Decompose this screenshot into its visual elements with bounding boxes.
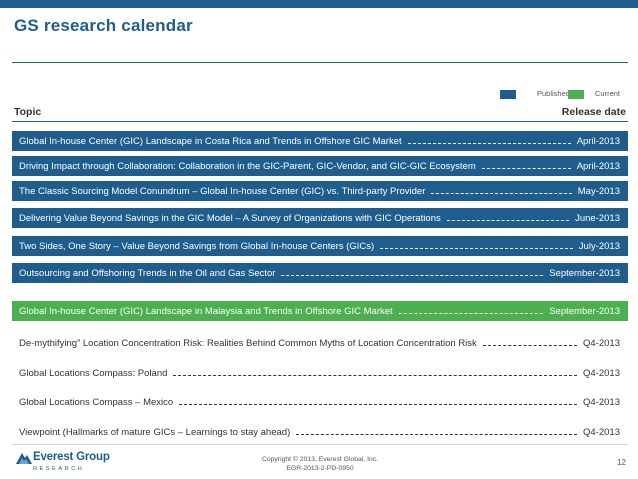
mountain-logo-icon [16,453,32,464]
legend-published-label: Published [537,89,570,98]
title-divider [12,62,628,63]
calendar-row: Global In-house Center (GIC) Landscape i… [12,131,628,151]
row-release-date: September-2013 [549,267,620,279]
calendar-row: Viewpoint (Hallmarks of mature GICs – Le… [12,422,628,442]
dashed-leader [179,403,578,405]
calendar-row: Global In-house Center (GIC) Landscape i… [12,301,628,321]
row-topic: De-mythifying” Location Concentration Ri… [19,337,477,349]
row-release-date: May-2013 [577,185,620,197]
row-topic: Global Locations Compass – Mexico [19,396,174,408]
calendar-row: The Classic Sourcing Model Conundrum – G… [12,181,628,201]
row-topic: The Classic Sourcing Model Conundrum – G… [19,185,426,197]
column-header-release-date: Release date [561,106,626,118]
dashed-leader [296,433,578,435]
legend: Published Current [500,88,628,100]
dashed-leader [431,192,572,194]
row-release-date: Q4-2013 [583,396,620,408]
everest-group-logo: Everest Group RESEARCH [16,447,116,477]
top-accent-bar [0,0,638,8]
calendar-row: Two Sides, One Story – Value Beyond Savi… [12,236,628,256]
legend-current-label: Current [595,89,621,98]
legend-published-swatch [500,90,516,99]
page-number: 12 [617,458,626,467]
dashed-leader [380,247,573,249]
row-topic: Two Sides, One Story – Value Beyond Savi… [19,240,375,252]
footer-divider [12,444,628,445]
row-release-date: Q4-2013 [583,367,620,379]
row-topic: Global Locations Compass: Poland [19,367,168,379]
dashed-leader [398,312,544,314]
dashed-leader [281,274,544,276]
calendar-row: Global Locations Compass: Poland Q4-2013 [12,363,628,383]
row-release-date: April-2013 [576,160,620,172]
document-code: EGR-2013-2-PD-0950 [286,465,354,472]
calendar-row: Driving Impact through Collaboration: Co… [12,156,628,176]
dashed-leader [482,344,578,346]
row-release-date: September-2013 [549,305,620,317]
row-topic: Global In-house Center (GIC) Landscape i… [19,305,393,317]
calendar-row: Outsourcing and Offshoring Trends in the… [12,263,628,283]
header-divider [12,121,628,122]
row-topic: Delivering Value Beyond Savings in the G… [19,212,441,224]
dashed-leader [173,374,578,376]
legend-current-swatch [568,90,584,99]
dashed-leader [407,142,571,144]
calendar-row: De-mythifying” Location Concentration Ri… [12,333,628,353]
row-topic: Global In-house Center (GIC) Landscape i… [19,135,402,147]
row-release-date: Q4-2013 [583,426,620,438]
row-topic: Viewpoint (Hallmarks of mature GICs – Le… [19,426,291,438]
logo-subtitle: RESEARCH [33,466,85,472]
row-release-date: Q4-2013 [583,337,620,349]
copyright-notice: Copyright © 2013, Everest Global, Inc. E… [220,455,420,473]
row-release-date: April-2013 [576,135,620,147]
row-release-date: July-2013 [578,240,620,252]
row-topic: Driving Impact through Collaboration: Co… [19,160,476,172]
logo-name: Everest Group [33,451,110,463]
page-title: GS research calendar [14,16,193,35]
row-release-date: June-2013 [575,212,620,224]
row-topic: Outsourcing and Offshoring Trends in the… [19,267,276,279]
calendar-row: Delivering Value Beyond Savings in the G… [12,208,628,228]
calendar-row: Global Locations Compass – Mexico Q4-2013 [12,392,628,412]
dashed-leader [446,219,570,221]
column-header-topic: Topic [14,106,42,118]
dashed-leader [481,167,571,169]
copyright-text: Copyright © 2013, Everest Global, Inc. [261,456,379,463]
